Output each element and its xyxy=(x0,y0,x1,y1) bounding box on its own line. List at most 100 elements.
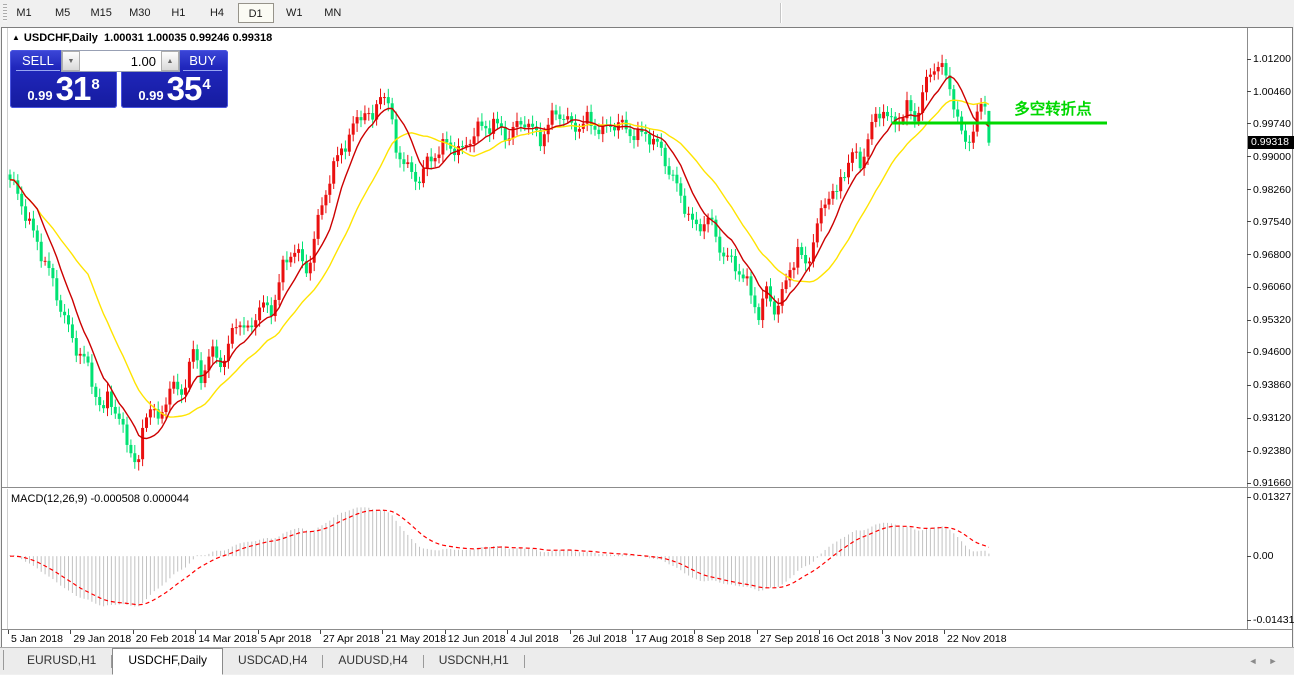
macd-axis-tick xyxy=(1247,496,1251,498)
timeframe-button-h4[interactable]: H4 xyxy=(199,3,235,23)
price-axis-label: 0.98260 xyxy=(1253,183,1291,196)
price-axis-label: 0.94600 xyxy=(1253,346,1291,359)
tab-scroll-left-button[interactable]: ◄ xyxy=(1246,654,1260,668)
price-tick xyxy=(1247,450,1251,452)
price-tick xyxy=(1247,221,1251,223)
buy-price-small: 0.99 xyxy=(138,88,164,103)
price-tick xyxy=(1247,482,1251,484)
macd-axis-label: 0.01327 xyxy=(1253,491,1291,503)
timeframe-button-w1[interactable]: W1 xyxy=(276,3,312,23)
time-axis[interactable]: 5 Jan 2018 29 Jan 2018 20 Feb 2018 14 Mar 2… xyxy=(2,630,1292,648)
current-price-tag: 0.99318 xyxy=(1248,136,1294,150)
timeframe-button-m1[interactable]: M1 xyxy=(6,3,42,23)
timeframe-toolbar: M1 M5 M15 M30 H1 H4 D1 W1 MN xyxy=(0,0,1294,27)
time-axis-label: 5 Apr 2018 xyxy=(260,633,312,645)
chart-tab-bar: EURUSD,H1 USDCHF,Daily USDCAD,H4 AUDUSD,H4 U… xyxy=(0,647,1294,675)
volume-input[interactable] xyxy=(80,51,161,71)
moving-averages xyxy=(9,75,990,440)
price-tick xyxy=(1247,286,1251,288)
price-tick xyxy=(1247,58,1251,60)
time-axis-label: 3 Nov 2018 xyxy=(884,633,939,645)
time-tick xyxy=(382,630,384,634)
timeframe-button-m5[interactable]: M5 xyxy=(45,3,81,23)
toolbar-separator xyxy=(780,3,781,23)
arrow-right-icon: ► xyxy=(1268,656,1278,666)
price-tick xyxy=(1247,384,1251,386)
price-axis-label: 0.99000 xyxy=(1253,150,1291,163)
macd-indicator-pane[interactable] xyxy=(8,489,1247,629)
time-axis-label: 16 Oct 2018 xyxy=(822,633,880,645)
time-tick xyxy=(320,630,321,634)
time-tick xyxy=(569,630,571,634)
macd-values: -0.000508 0.000044 xyxy=(90,493,189,505)
chart-title: ▲ USDCHF,Daily 1.00031 1.00035 0.99246 0.… xyxy=(12,32,272,44)
chart-tab-eurusd-h1[interactable]: EURUSD,H1 xyxy=(12,649,111,673)
macd-histogram xyxy=(9,507,990,607)
macd-name: MACD(12,26,9) xyxy=(11,493,88,505)
time-axis-label: 17 Aug 2018 xyxy=(635,633,694,645)
time-tick xyxy=(632,630,633,634)
time-axis-label: 21 May 2018 xyxy=(385,633,447,645)
time-tick xyxy=(756,630,758,634)
price-tick xyxy=(1247,319,1251,321)
one-click-panel-toggle-icon[interactable]: ▲ xyxy=(12,33,20,42)
buy-price-display: 0.99 35 4 xyxy=(121,70,228,107)
buy-price-big: 35 xyxy=(166,70,203,107)
chart-tab-usdcnh-h1[interactable]: USDCNH,H1 xyxy=(424,649,524,673)
annotation-text: 多空转折点 xyxy=(1014,99,1092,118)
time-axis-label: 27 Sep 2018 xyxy=(759,633,820,645)
time-axis-label: 12 Jun 2018 xyxy=(447,633,506,645)
price-axis-label: 1.01200 xyxy=(1253,53,1291,65)
sell-price-big: 31 xyxy=(55,70,92,107)
buy-button[interactable]: BUY xyxy=(183,52,222,71)
buy-price-sup: 4 xyxy=(202,76,211,93)
price-axis-label: 0.97540 xyxy=(1253,215,1291,228)
macd-axis-tick xyxy=(1247,619,1251,621)
chart-tab-usdcad-h4[interactable]: USDCAD,H4 xyxy=(223,649,322,673)
time-tick xyxy=(70,630,72,634)
price-axis-label: 0.99740 xyxy=(1253,117,1291,130)
price-tick xyxy=(1247,417,1251,419)
price-axis-label: 0.93120 xyxy=(1253,412,1291,425)
time-tick xyxy=(444,630,446,634)
chart-tab-audusd-h4[interactable]: AUDUSD,H4 xyxy=(323,649,422,673)
arrow-left-icon: ◄ xyxy=(1248,656,1258,666)
timeframe-button-m30[interactable]: M30 xyxy=(122,3,158,23)
chevron-down-icon: ▼ xyxy=(67,57,75,65)
mt4-terminal: { "toolbar": { "timeframes": ["M1","M5",… xyxy=(0,0,1294,675)
sell-price-small: 0.99 xyxy=(27,88,53,103)
sell-button[interactable]: SELL xyxy=(16,52,60,71)
time-tick xyxy=(195,630,197,634)
timeframe-button-d1[interactable]: D1 xyxy=(237,3,274,23)
time-axis-label: 22 Nov 2018 xyxy=(947,633,1007,645)
price-axis-label: 0.96060 xyxy=(1253,281,1291,294)
macd-signal-line xyxy=(10,509,990,606)
time-axis-label: 14 Mar 2018 xyxy=(198,633,258,645)
time-axis-label: 20 Feb 2018 xyxy=(135,633,195,645)
time-axis-label: 5 Jan 2018 xyxy=(11,633,63,645)
chart-symbol-label: USDCHF,Daily xyxy=(23,32,98,44)
tab-scroll-right-button[interactable]: ► xyxy=(1266,654,1280,668)
macd-axis-label: -0.01431 xyxy=(1253,614,1294,626)
price-tick xyxy=(1247,254,1251,256)
price-tick xyxy=(1247,351,1251,353)
price-axis-label: 0.96800 xyxy=(1253,248,1291,261)
price-axis-label: 1.00460 xyxy=(1253,85,1291,98)
time-tick xyxy=(507,630,509,634)
timeframe-button-mn[interactable]: MN xyxy=(315,3,351,23)
price-axis-label: 0.95320 xyxy=(1253,314,1291,327)
price-tick xyxy=(1247,91,1251,93)
time-axis-label: 8 Sep 2018 xyxy=(697,633,752,645)
price-axis-label: 0.93860 xyxy=(1253,379,1291,392)
chart-tab-usdchf-daily[interactable]: USDCHF,Daily xyxy=(112,648,224,675)
volume-decrease-button[interactable]: ▼ xyxy=(62,51,80,71)
timeframe-button-h1[interactable]: H1 xyxy=(160,3,196,23)
chart-ohlc-values: 1.00031 1.00035 0.99246 0.99318 xyxy=(104,32,273,44)
time-tick xyxy=(694,630,696,634)
timeframe-button-m15[interactable]: M15 xyxy=(83,3,119,23)
time-axis-label: 26 Jul 2018 xyxy=(572,633,627,645)
time-axis-label: 27 Apr 2018 xyxy=(323,633,380,645)
time-axis-label: 29 Jan 2018 xyxy=(73,633,132,645)
chevron-up-icon: ▲ xyxy=(166,57,174,65)
volume-increase-button[interactable]: ▲ xyxy=(161,51,179,71)
